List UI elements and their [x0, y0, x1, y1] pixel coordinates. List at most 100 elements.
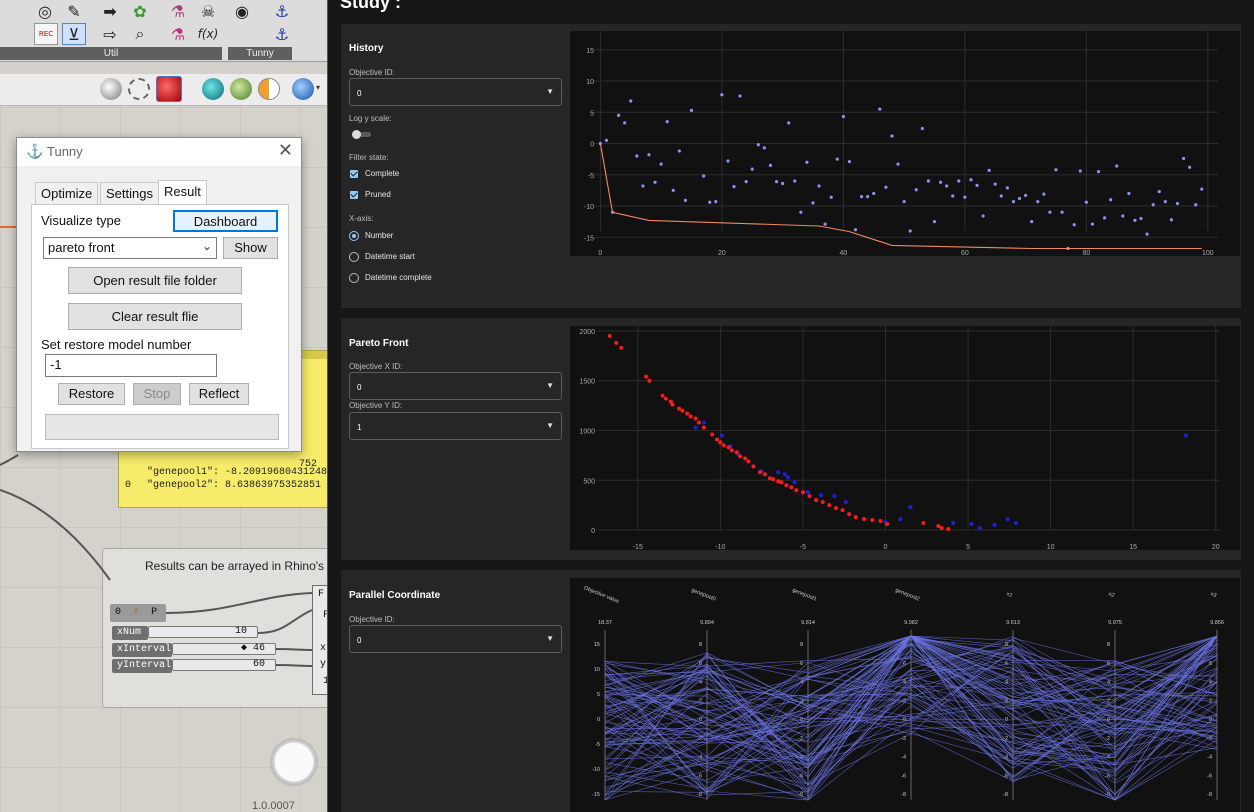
pareto-plot[interactable]: -15 -10 -5 0 5 10 15 20 2000 1500 1000 500 0	[570, 326, 1240, 550]
pruned-label: Pruned	[365, 190, 391, 199]
reflect-button[interactable]: Reflect	[189, 383, 249, 405]
trial-point	[787, 121, 791, 125]
radio-datetime-complete[interactable]	[349, 273, 359, 283]
show-button[interactable]: Show	[223, 237, 278, 259]
trial-point	[890, 134, 894, 138]
util-group-label[interactable]: Util	[0, 47, 222, 60]
history-plot[interactable]: 0 20 40 60 80 100 15 10 5 0 -5 -10 -15	[570, 31, 1240, 256]
non-pareto-point	[782, 472, 787, 477]
axis-tick-label: 5	[597, 692, 600, 698]
record-icon[interactable]: REC	[34, 23, 58, 45]
tab-result[interactable]: Result	[158, 180, 207, 205]
objective-id-select[interactable]: 0 ▼	[349, 78, 562, 106]
pareto-point	[800, 490, 805, 495]
pareto-point	[647, 378, 652, 383]
stop-button[interactable]: Stop	[133, 383, 181, 405]
pruned-checkbox[interactable]	[350, 191, 358, 199]
tunny-fish-icon[interactable]: ◉	[230, 0, 254, 22]
axis-tick-label: -8	[1207, 792, 1212, 798]
trial-point	[762, 146, 766, 150]
parallel-objective-select[interactable]: 0 ▼	[349, 625, 562, 653]
trial-point	[981, 214, 985, 218]
preview-wire-icon[interactable]	[128, 78, 150, 100]
document-preview-icon[interactable]	[202, 78, 224, 100]
trial-point	[896, 162, 900, 166]
trial-point	[1084, 200, 1088, 204]
y-tick-label: 0	[590, 142, 594, 149]
trial-point	[1048, 210, 1052, 214]
navigation-wheel-icon[interactable]	[270, 738, 318, 786]
progress-bar	[45, 414, 279, 440]
flask-icon[interactable]: ⚗	[166, 23, 190, 45]
half-shaded-icon[interactable]	[258, 78, 280, 100]
axis-max-label: 9.894	[700, 620, 714, 626]
clear-result-button[interactable]: Clear result flie	[68, 303, 242, 330]
pareto-point	[784, 483, 789, 488]
non-pareto-point	[720, 433, 725, 438]
arrow-outline-icon[interactable]: ⇨	[98, 23, 122, 45]
display-sphere-icon[interactable]	[292, 78, 314, 100]
pencil-icon[interactable]: ✎	[62, 0, 86, 22]
axis-tick-label: 6	[800, 661, 803, 667]
radio-datetime-start[interactable]	[349, 252, 359, 262]
trial-point	[1121, 214, 1125, 218]
axis-title: genepool0	[690, 587, 716, 602]
trial-point	[1188, 165, 1192, 169]
preview-selected-icon[interactable]	[156, 76, 182, 102]
trial-point	[805, 160, 809, 164]
pareto-point	[693, 416, 698, 421]
pareto-point	[771, 477, 776, 482]
dashboard-button[interactable]: Dashboard	[173, 210, 278, 232]
preview-shaded-icon[interactable]	[100, 78, 122, 100]
objective-y-select[interactable]: 1 ▼	[349, 412, 562, 440]
trial-point	[920, 126, 924, 131]
arrow-right-icon[interactable]: ➡	[98, 0, 122, 22]
pareto-point	[746, 459, 751, 464]
ring-icon[interactable]: ◎	[33, 0, 57, 22]
axis-max-label: 9.814	[801, 620, 815, 626]
pareto-point	[870, 518, 875, 523]
visualize-type-select[interactable]: pareto front ⌄	[43, 237, 217, 259]
y-tick-label: 1000	[579, 428, 595, 435]
tab-settings[interactable]: Settings	[100, 182, 159, 204]
radio-datetime-start-label: Datetime start	[365, 252, 415, 261]
trial-point	[671, 188, 675, 192]
history-card: History Objective ID: 0 ▼ Log y scale: F…	[341, 24, 1241, 308]
tunny-results-icon[interactable]: ⚓	[270, 23, 294, 45]
tunny-components-icon[interactable]: ⚓	[270, 0, 294, 22]
restore-number-input[interactable]: -1	[45, 354, 217, 377]
trial-point	[1090, 222, 1095, 226]
close-icon[interactable]: ✕	[278, 140, 293, 161]
axis-title: x2	[1108, 591, 1116, 599]
x-tick-label: 60	[961, 250, 969, 256]
skull-icon[interactable]: ☠	[196, 0, 220, 22]
tab-optimize[interactable]: Optimize	[35, 182, 99, 204]
hops-icon[interactable]: ✿	[128, 0, 152, 22]
objective-x-select[interactable]: 0 ▼	[349, 372, 562, 400]
dialog-titlebar[interactable]: ⚓ Tunny ✕	[17, 138, 301, 166]
radio-number[interactable]	[349, 231, 359, 241]
trial-point	[1163, 200, 1167, 204]
pareto-point	[729, 448, 734, 453]
complete-checkbox[interactable]	[350, 170, 358, 178]
galapagos-icon[interactable]: ⚗	[166, 0, 190, 22]
trial-point	[811, 201, 815, 205]
axis-tick-label: 0	[597, 717, 600, 723]
trial-point	[635, 154, 639, 158]
tunny-group-label[interactable]: Tunny	[228, 47, 292, 60]
chevron-down-icon[interactable]: ▾	[316, 83, 320, 92]
x-tick-label: 40	[839, 250, 847, 256]
filter-icon[interactable]: ⊻	[62, 23, 86, 45]
log-scale-switch[interactable]	[352, 130, 371, 139]
y-tick-label: 10	[586, 79, 594, 86]
restore-button[interactable]: Restore	[58, 383, 125, 405]
magnifier-icon[interactable]: ⌕	[128, 23, 152, 45]
parallel-plot[interactable]: Objective value 18.37 15 10 5 0 -5 -10 -15 genepo…	[570, 578, 1240, 812]
open-result-folder-button[interactable]: Open result file folder	[68, 267, 242, 294]
display-toolbar: ▾	[0, 74, 327, 106]
x-tick-label: 20	[1212, 544, 1220, 550]
y-tick-label: 0	[591, 528, 595, 535]
expression-icon[interactable]: f(x)	[196, 23, 220, 45]
mesh-settings-icon[interactable]	[230, 78, 252, 100]
trial-point	[774, 180, 779, 184]
